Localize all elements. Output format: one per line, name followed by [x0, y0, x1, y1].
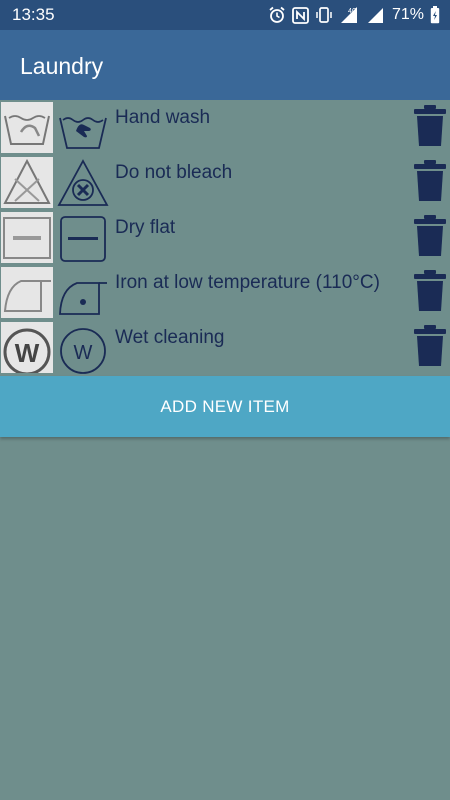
- item-photo: W: [1, 322, 53, 373]
- delete-trash-icon[interactable]: [412, 325, 448, 367]
- wet-cleaning-icon: W: [60, 328, 106, 374]
- list-item[interactable]: Dry flat: [0, 210, 450, 265]
- delete-trash-icon[interactable]: [412, 160, 448, 202]
- mobile-signal-icon: 4G: [340, 7, 357, 23]
- app-bar: Laundry: [0, 30, 450, 100]
- item-label: Hand wash: [115, 107, 211, 128]
- status-icons: 4G 71%: [268, 4, 440, 26]
- nfc-icon: [292, 6, 309, 24]
- list-item[interactable]: W W Wet cleaning: [0, 320, 450, 375]
- symbol-letter: W: [74, 342, 93, 364]
- item-label: Wet cleaning: [115, 327, 225, 348]
- item-photo: [1, 102, 53, 153]
- list-item[interactable]: Do not bleach: [0, 155, 450, 210]
- iron-low-icon: [59, 282, 107, 315]
- status-bar: 13:35 4G 71%: [0, 0, 450, 30]
- wifi-signal-icon: [367, 7, 383, 23]
- battery-charging-icon: [430, 6, 440, 24]
- list-item[interactable]: Iron at low temperature (110°C): [0, 265, 450, 320]
- alarm-icon: [269, 6, 285, 23]
- delete-trash-icon[interactable]: [412, 270, 448, 312]
- do-not-bleach-icon: [57, 159, 109, 206]
- delete-trash-icon[interactable]: [412, 215, 448, 257]
- photo-letter: W: [15, 338, 40, 368]
- add-new-item-button[interactable]: ADD NEW ITEM: [0, 376, 450, 437]
- delete-trash-icon[interactable]: [412, 105, 448, 147]
- vibrate-icon: [316, 7, 332, 23]
- item-photo: [1, 267, 53, 318]
- hand-wash-icon: [59, 117, 107, 149]
- item-label: Do not bleach: [115, 162, 233, 183]
- laundry-list: Hand wash Do not bleach Dry flat Iron at…: [0, 100, 450, 375]
- item-photo: [1, 157, 53, 208]
- item-label: Iron at low temperature (110°C): [115, 272, 380, 293]
- list-item[interactable]: Hand wash: [0, 100, 450, 155]
- network-type-label: 4G: [348, 8, 357, 15]
- status-time: 13:35: [12, 5, 55, 24]
- app-title: Laundry: [20, 53, 104, 79]
- item-label: Dry flat: [115, 217, 176, 238]
- item-photo: [1, 212, 53, 263]
- dry-flat-icon: [60, 216, 106, 262]
- battery-percent: 71%: [391, 6, 424, 23]
